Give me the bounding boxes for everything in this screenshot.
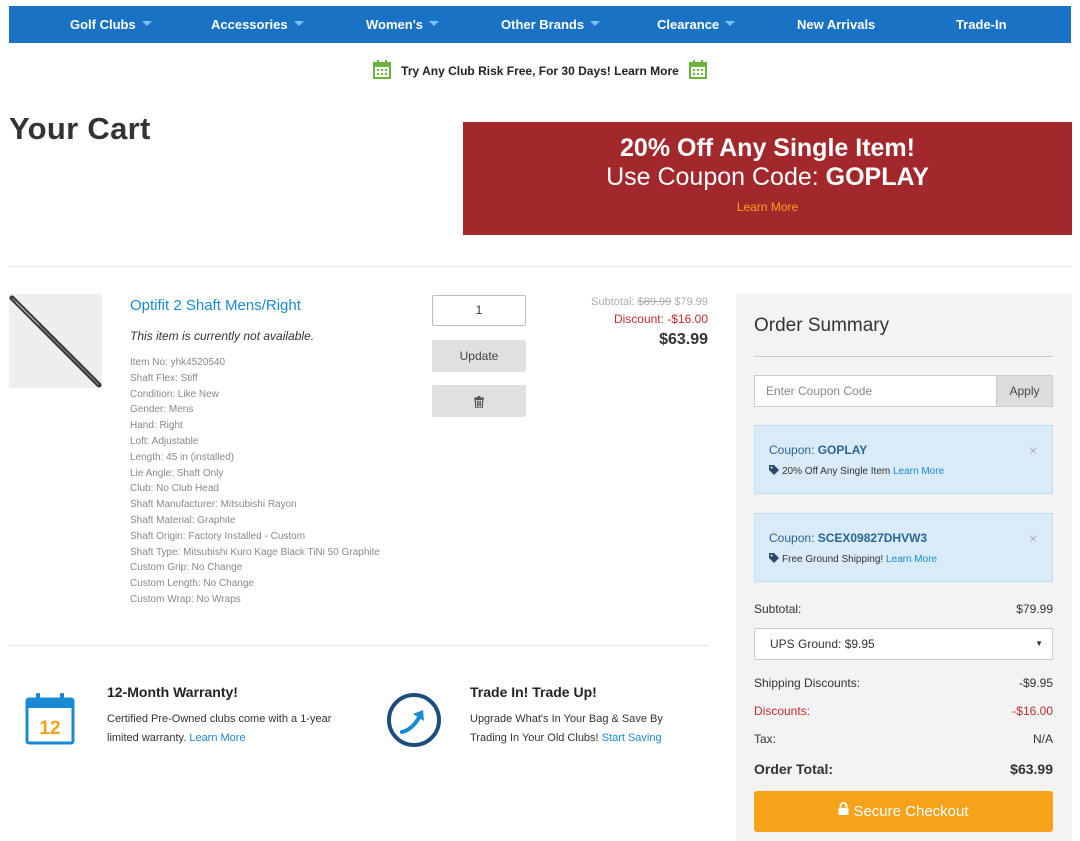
nav-clearance[interactable]: Clearance: [657, 17, 736, 32]
item-price-block: Subtotal: $89.99 $79.99 Discount: -$16.0…: [591, 296, 708, 349]
calendar-icon: [688, 60, 707, 82]
sale-price: $79.99: [674, 296, 708, 308]
spec-line: Custom Length: No Change: [130, 578, 254, 590]
nav-new-arrivals[interactable]: New Arrivals: [797, 17, 875, 32]
spec-line: Loft: Adjustable: [130, 435, 199, 447]
coupon-learn-more-link[interactable]: Learn More: [886, 554, 937, 565]
update-button[interactable]: Update: [432, 340, 526, 372]
trash-icon: [474, 395, 484, 409]
secure-checkout-button[interactable]: Secure Checkout: [754, 791, 1053, 832]
shipping-method-select[interactable]: UPS Ground: $9.95 ▼: [754, 628, 1053, 660]
item-subtotal: Subtotal: $89.99 $79.99: [591, 296, 708, 308]
remove-coupon-icon[interactable]: ×: [1029, 531, 1037, 546]
order-summary-panel: Order Summary Enter Coupon Code Apply Co…: [736, 294, 1072, 841]
summary-subtotal-row: Subtotal: $79.99: [754, 602, 1053, 616]
spec-line: Shaft Material: Graphite: [130, 514, 236, 526]
chevron-down-icon: [590, 21, 601, 27]
chevron-down-icon: [725, 21, 736, 27]
tax-row: Tax: N/A: [754, 732, 1053, 746]
spec-line: Condition: Like New: [130, 388, 219, 400]
coupon-code: SCEX09827DHVW3: [817, 531, 928, 545]
banner-headline: 20% Off Any Single Item!: [620, 134, 915, 162]
banner-coupon-line: Use Coupon Code: GOPLAY: [606, 163, 929, 191]
chevron-down-icon: [429, 21, 440, 27]
banner-learn-more-link[interactable]: Learn More: [463, 200, 1072, 214]
trade-start-saving-link[interactable]: Start Saving: [602, 732, 662, 744]
shipping-discounts-row: Shipping Discounts: -$9.95: [754, 676, 1053, 690]
discounts-row: Discounts: -$16.00: [754, 704, 1053, 718]
availability-note: This item is currently not available.: [130, 329, 315, 343]
nav-golf-clubs[interactable]: Golf Clubs: [70, 17, 152, 32]
warranty-title: 12-Month Warranty!: [107, 684, 238, 700]
promo-strip[interactable]: Try Any Club Risk Free, For 30 Days! Lea…: [0, 60, 1080, 82]
warranty-learn-more-link[interactable]: Learn More: [189, 732, 245, 744]
spec-line: Lie Angle: Shaft Only: [130, 467, 224, 479]
calendar-icon: 12: [25, 693, 75, 750]
nav-womens[interactable]: Women's: [366, 17, 440, 32]
trade-text: Upgrade What's In Your Bag & Save By Tra…: [470, 713, 663, 744]
warranty-icon-number: 12: [39, 718, 60, 739]
divider: [754, 356, 1053, 357]
coupon-code-input[interactable]: Enter Coupon Code: [754, 375, 997, 407]
remove-item-button[interactable]: [432, 385, 526, 417]
quantity-input[interactable]: 1: [432, 295, 526, 326]
chevron-down-icon: [293, 21, 304, 27]
tag-icon: [769, 465, 779, 478]
nav-other-brands[interactable]: Other Brands: [501, 17, 601, 32]
product-title-link[interactable]: Optifit 2 Shaft Mens/Right: [130, 297, 301, 314]
spec-line: Gender: Mens: [130, 404, 194, 416]
applied-coupon: Coupon: SCEX09827DHVW3 Free Ground Shipp…: [754, 513, 1053, 582]
item-final-price: $63.99: [659, 331, 708, 348]
nav-accessories[interactable]: Accessories: [211, 17, 304, 32]
spec-line: Hand: Right: [130, 420, 183, 432]
coupon-name: Coupon: GOPLAY: [769, 443, 868, 457]
remove-coupon-icon[interactable]: ×: [1029, 443, 1037, 458]
warranty-text: Certified Pre-Owned clubs come with a 1-…: [107, 713, 332, 744]
spec-line: Custom Grip: No Change: [130, 562, 243, 574]
divider: [9, 266, 1072, 267]
coupon-code: GOPLAY: [817, 443, 868, 457]
coupon-name: Coupon: SCEX09827DHVW3: [769, 531, 928, 545]
product-specs: Item No: yhk4520540 Shaft Flex: Stiff Co…: [130, 355, 380, 608]
page-title: Your Cart: [9, 111, 151, 146]
spec-line: Length: 45 in (installed): [130, 451, 234, 463]
coupon-description: 20% Off Any Single Item Learn More: [769, 465, 944, 478]
promo-text: Try Any Club Risk Free, For 30 Days! Lea…: [401, 64, 679, 78]
trade-title: Trade In! Trade Up!: [470, 684, 597, 700]
tag-icon: [769, 553, 779, 566]
applied-coupon: Coupon: GOPLAY 20% Off Any Single Item L…: [754, 425, 1053, 494]
spec-line: Shaft Flex: Stiff: [130, 372, 198, 384]
banner-coupon-code: GOPLAY: [825, 163, 929, 191]
apply-coupon-button[interactable]: Apply: [996, 375, 1053, 407]
chevron-down-icon: [141, 21, 152, 27]
spec-line: Custom Wrap: No Wraps: [130, 593, 241, 605]
spec-line: Shaft Manufacturer: Mitsubishi Rayon: [130, 499, 297, 511]
divider: [9, 645, 709, 646]
coupon-learn-more-link[interactable]: Learn More: [893, 466, 944, 477]
trade-up-icon: [386, 692, 442, 753]
item-discount: Discount: -$16.00: [613, 312, 708, 326]
order-summary-title: Order Summary: [754, 315, 890, 336]
spec-line: Item No: yhk4520540: [130, 357, 226, 368]
original-price: $89.99: [637, 296, 672, 308]
coupon-description: Free Ground Shipping! Learn More: [769, 553, 937, 566]
spec-line: Shaft Origin: Factory Installed - Custom: [130, 530, 306, 542]
promo-banner: 20% Off Any Single Item! Use Coupon Code…: [463, 122, 1072, 235]
top-nav: Golf Clubs Accessories Women's Other Bra…: [9, 6, 1071, 43]
order-total-row: Order Total: $63.99: [754, 761, 1053, 777]
spec-line: Shaft Type: Mitsubishi Kuro Kage Black T…: [130, 546, 380, 558]
spec-line: Club: No Club Head: [130, 483, 219, 495]
product-image[interactable]: [9, 294, 102, 388]
chevron-down-icon: ▼: [1035, 639, 1043, 648]
nav-trade-in[interactable]: Trade-In: [956, 17, 1007, 32]
calendar-icon: [373, 60, 392, 82]
lock-icon: [838, 790, 849, 831]
